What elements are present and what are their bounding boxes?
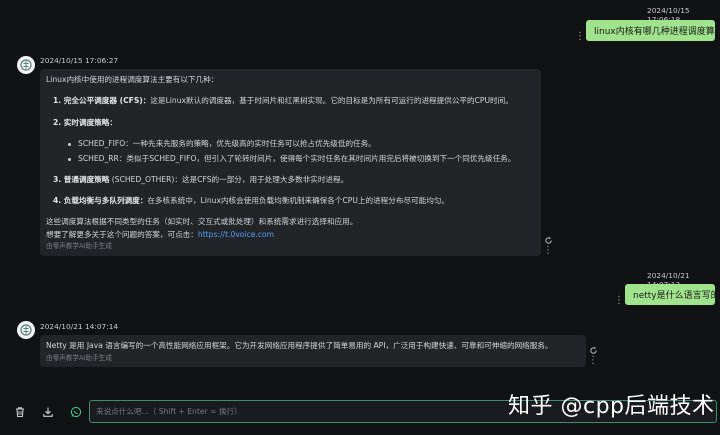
trash-icon[interactable] — [14, 406, 26, 418]
answer-item-3-title: 3. 普通调度策略 — [53, 175, 110, 184]
answer-item-2-sub-1: SCHED_FIFO：一种先来先服务的策略，优先级高的实时任务可以抢占优先级低的… — [78, 139, 376, 148]
answer-item-4-title: 4. 负载均衡与多队列调度： — [53, 196, 148, 205]
user-message-bubble: linux内核有哪几种进程调度算法 — [586, 20, 720, 41]
bot-message-timestamp: 2024/10/15 17:06:27 — [40, 56, 119, 65]
watermark-text: 知乎 @cpp后端技术 — [508, 394, 715, 419]
answer-item-2-sub-2: SCHED_RR：类似于SCHED_FIFO，但引入了轮转时间片，使得每个实时任… — [78, 154, 516, 163]
bot-message-bubble: Linux内核中使用的进程调度算法主要有以下几种： 1. 完全公平调度器 (CF… — [40, 69, 541, 256]
more-vertical-icon[interactable]: ⋮ — [614, 296, 624, 306]
bot-message-bubble: Netty 是用 Java 语言编写的一个高性能网络应用框架。它为开发网络应用程… — [40, 335, 586, 367]
answer-item-1-title: 1. 完全公平调度器 (CFS)： — [53, 96, 151, 105]
download-icon[interactable] — [42, 406, 54, 418]
bot-message-timestamp: 2024/10/21 14:07:14 — [40, 322, 119, 331]
bullet-dot — [68, 143, 71, 146]
more-vertical-icon[interactable]: ⋮ — [575, 32, 585, 42]
answer-more-info: 想要了解更多关于这个问题的答案，可点击：https://t.0voice.com — [46, 231, 274, 239]
brain-icon — [20, 59, 32, 71]
answer-item-1: 1. 完全公平调度器 (CFS)：这是Linux默认的调度器，基于时间片和红黑树… — [53, 97, 513, 105]
answer-item-4: 4. 负载均衡与多队列调度：在多核系统中，Linux内核会使用负载均衡机制来确保… — [53, 197, 449, 205]
user-message-bubble: netty是什么语言写的 — [625, 284, 720, 305]
reference-link[interactable]: https://t.0voice.com — [198, 230, 274, 239]
answer-text: Netty 是用 Java 语言编写的一个高性能网络应用框架。它为开发网络应用程… — [46, 341, 553, 350]
answer-item-3: 3. 普通调度策略 (SCHED_OTHER)：这是CFS的一部分，用于处理大多… — [53, 176, 348, 184]
answer-item-3-text: (SCHED_OTHER)：这是CFS的一部分，用于处理大多数非实时进程。 — [109, 175, 349, 184]
more-vertical-icon[interactable]: ⋮ — [543, 246, 553, 256]
brain-avatar-icon — [17, 56, 35, 74]
bullet-dot — [68, 158, 71, 161]
answer-item-1-text: 这是Linux默认的调度器，基于时间片和红黑树实现。它的目标是为所有可运行的进程… — [150, 96, 513, 105]
answer-outro: 这些调度算法根据不同类型的任务（如实时、交互式或批处理）和系统需求进行选择和应用… — [46, 217, 358, 226]
generated-by-footer: 由零声教学AI助手生成 — [46, 354, 112, 362]
answer-intro: Linux内核中使用的进程调度算法主要有以下几种： — [46, 75, 219, 84]
brain-avatar-icon — [17, 321, 35, 339]
brain-icon — [20, 324, 32, 336]
answer-item-4-text: 在多核系统中，Linux内核会使用负载均衡机制来确保各个CPU上的进程分布尽可能… — [147, 196, 450, 205]
refresh-icon[interactable] — [544, 236, 553, 245]
refresh-icon[interactable] — [589, 346, 598, 355]
answer-item-2-title: 2. 实时调度策略： — [53, 118, 117, 127]
answer-more-info-text: 想要了解更多关于这个问题的答案，可点击： — [46, 230, 198, 239]
chat-bubble-icon[interactable] — [70, 406, 82, 418]
generated-by-footer: 由零声教学AI助手生成 — [46, 242, 112, 250]
more-vertical-icon[interactable]: ⋮ — [588, 356, 598, 366]
